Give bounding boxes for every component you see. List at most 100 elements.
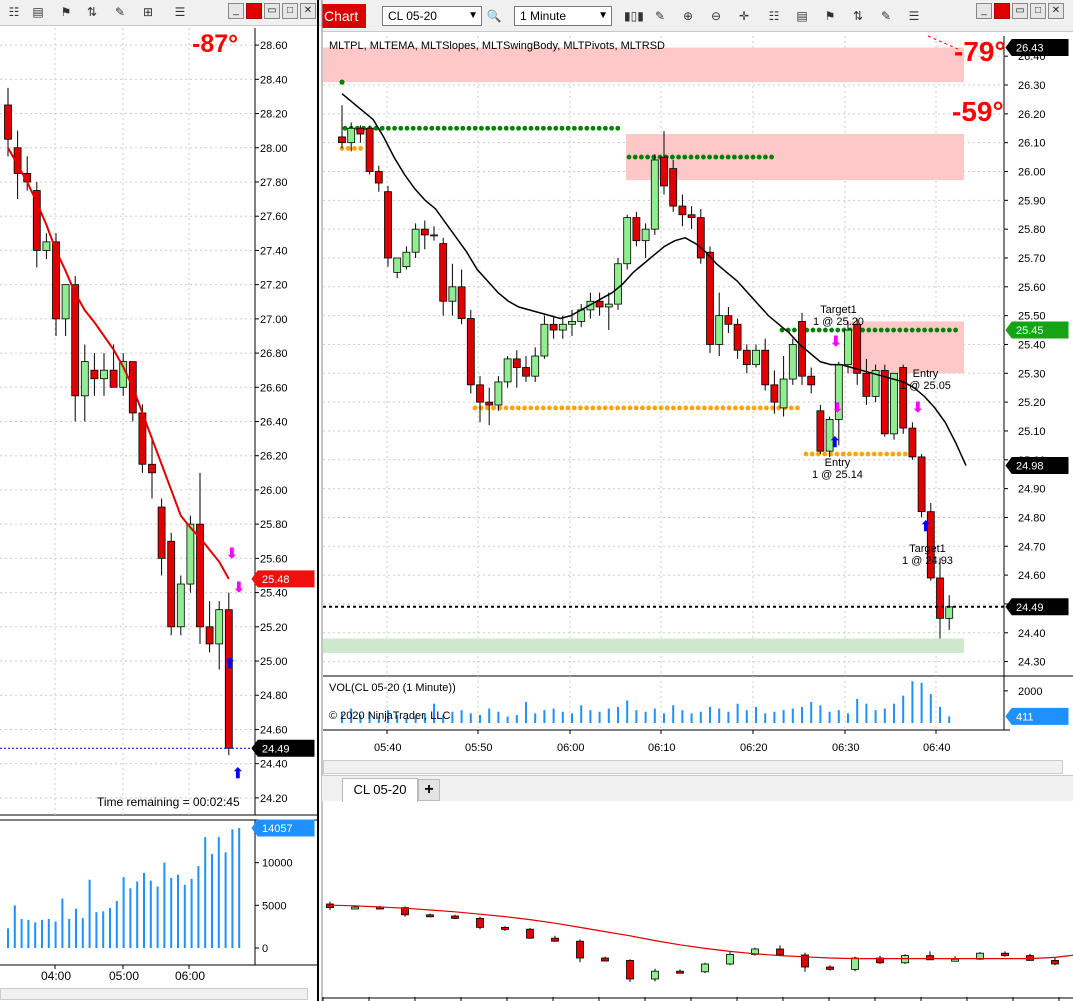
swing-high-dot [810,327,816,333]
y-tick-label: 25.60 [1018,282,1046,294]
add-tab-button[interactable]: + [418,779,440,801]
right-price-candle [880,370,889,435]
x-tick-label: 06:00 [557,742,585,754]
swing-high-dot [553,125,559,131]
right-price-candle [338,136,346,144]
price-tag-current: 24.49 [1016,602,1044,614]
y-tick-label: 24.40 [1018,628,1046,640]
y-tick-label: 27.20 [260,280,288,292]
swing-low-dot [509,405,515,411]
y-tick-label: 24.40 [260,759,288,771]
swing-high-dot [572,125,577,131]
y-tick-label: 28.60 [260,40,288,52]
swing-high-dot [528,125,534,131]
price-tag-top: 26.43 [1016,43,1044,55]
y-tick-label: 25.90 [1018,195,1046,207]
swing-high-dot [763,154,768,160]
y-tick-label: 26.00 [260,485,288,497]
swing-low-dot [695,405,701,411]
right-price-candle [448,286,457,302]
swing-high-dot [417,125,422,131]
right-price-candle [936,577,944,619]
y-tick-label: 27.60 [260,211,288,223]
swing-low-dot [720,405,726,411]
swing-low-dot [528,405,534,411]
right-price-candle [844,329,852,366]
y-tick-label: 26.20 [260,451,288,463]
left-price-candle [4,104,12,140]
right-price-candle [503,358,512,383]
left-price-candle [224,609,233,749]
right-price-candle [374,171,383,184]
swing-high-dot [922,327,927,333]
right-price-candle [384,191,392,259]
swing-low-dot [602,405,608,411]
swing-low-dot [553,405,558,411]
swing-high-dot [707,154,712,160]
copyright-label: © 2020 NinjaTrader, LLC [329,710,451,722]
swing-high-dot [448,125,453,131]
swing-high-dot [909,327,915,333]
y-tick-label: 25.30 [1018,368,1046,380]
swing-high-dot [392,125,397,131]
swing-high-dot [386,125,391,131]
swing-high-dot [466,125,472,131]
right-price-candle [430,234,438,237]
bottom-candle [526,928,534,939]
chart-canvas: 28.60 28.40 28.20 28.00 27.80 27.60 27.40 27.20… [0,0,1073,1001]
swing-low-dot [764,405,769,411]
y-tick-label: 24.20 [260,793,288,805]
horizontal-scrollbar[interactable] [323,760,1063,774]
swing-high-dot [688,154,694,160]
swing-low-dot [534,405,540,411]
swing-high-dot [829,327,834,333]
swing-high-dot [460,125,466,131]
swing-high-dot [816,327,822,333]
swing-low-dot [896,451,902,457]
left-volume-panel [0,819,318,966]
swing-high-dot [516,125,521,131]
right-price-candle [549,323,558,331]
swing-low-dot [652,405,658,411]
swing-low-dot [677,405,682,411]
right-price-candle [568,321,576,325]
swing-low-dot [615,405,620,411]
right-price-candle [733,323,742,351]
swing-low-dot [726,405,732,411]
right-price-candle [807,375,816,386]
buy-arrow-icon: ⬆ [829,434,841,450]
y-tick-label: 28.20 [260,109,288,121]
swing-low-dot [847,451,852,457]
left-price-candle [148,463,156,474]
indicator-list-label: MLTPL, MLTEMA, MLTSlopes, MLTSwingBody, … [329,40,665,52]
swing-high-dot [713,154,719,160]
swing-high-dot [769,154,774,160]
left-price-candle [205,626,214,645]
volume-title: VOL(CL 05-20 (1 Minute)) [329,682,456,694]
bottom-candle [601,957,609,962]
swing-low-dot [664,405,670,411]
right-price-candle [945,606,954,619]
buy-arrow-icon: ⬆ [920,518,932,534]
swing-low-dot [540,405,546,411]
volume-value-tag: 411 [1016,711,1034,723]
swing-low-dot [491,405,496,411]
swing-high-dot [953,327,958,333]
swing-high-dot [590,125,596,131]
swing-low-dot [809,451,815,457]
tab-cl-05-20[interactable]: CL 05-20 [342,778,418,802]
bottom-candle [551,937,559,942]
swing-high-dot [404,125,410,131]
swing-low-dot [757,405,763,411]
right-price-candle [540,323,549,357]
right-price-candle [623,217,632,265]
right-price-candle [650,159,659,230]
right-price-candle [512,358,521,368]
horizontal-scrollbar-left[interactable] [0,988,308,1000]
swing-low-dot [671,405,676,411]
swing-high-dot [410,125,416,131]
swing-high-dot [694,154,700,160]
y-tick-label: 25.20 [260,622,288,634]
swing-high-dot [670,154,675,160]
swing-high-dot [682,154,688,160]
